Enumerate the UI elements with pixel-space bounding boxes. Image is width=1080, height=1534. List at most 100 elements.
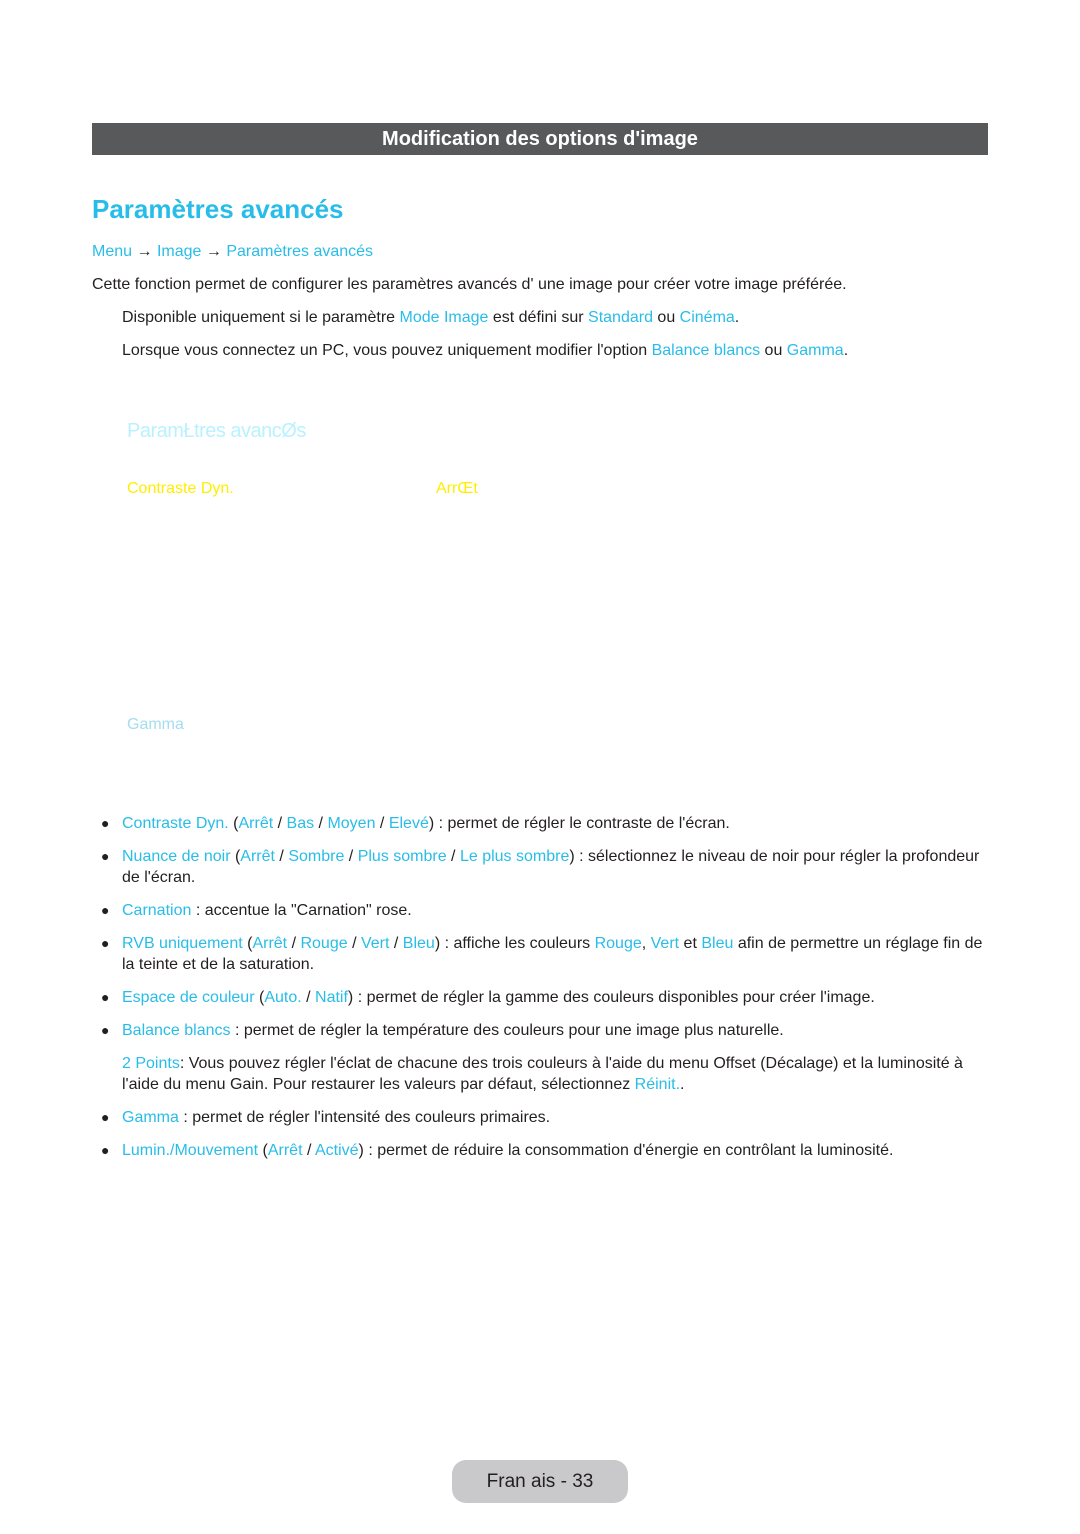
term: Le plus sombre — [459, 848, 570, 865]
text: ( — [254, 989, 265, 1006]
note-text: . — [843, 342, 849, 359]
note-pc: Lorsque vous connectez un PC, vous pouve… — [122, 342, 848, 360]
intro-text: Cette fonction permet de configurer les … — [92, 276, 847, 293]
text: / — [287, 935, 301, 952]
term: Vert — [360, 935, 390, 952]
term: Auto. — [264, 989, 302, 1006]
osd-menu-title: ParamŁtres avancØs — [127, 420, 306, 442]
bullet-icon: ● — [101, 989, 110, 1005]
osd-item-gamma: Gamma — [127, 716, 184, 733]
term: Sombre — [288, 848, 345, 865]
text: / — [344, 848, 358, 865]
term: Réinit. — [634, 1076, 681, 1093]
text: / — [389, 935, 403, 952]
term-gamma: Gamma — [786, 342, 844, 359]
term-mode-image: Mode Image — [399, 309, 489, 326]
text: : permet de régler la température des co… — [230, 1022, 784, 1039]
term: RVB uniquement — [122, 935, 243, 952]
term: Lumin./Mouvement — [122, 1142, 259, 1159]
bullet-icon: ● — [101, 1109, 110, 1125]
text: , — [641, 935, 651, 952]
term: Contraste Dyn. — [122, 815, 229, 832]
list-item-gamma: ● Gamma : permet de régler l'intensité d… — [101, 1107, 990, 1128]
list-item-contraste-dyn: ● Contraste Dyn. (Arrêt / Bas / Moyen / … — [101, 813, 990, 834]
text: et — [679, 935, 702, 952]
bullet-icon: ● — [101, 935, 110, 951]
bullet-icon: ● — [101, 848, 110, 864]
text: ) : permet de réduire la consommation d'… — [358, 1142, 894, 1159]
term-cinema: Cinéma — [679, 309, 735, 326]
note-text: Lorsque vous connectez un PC, vous pouve… — [122, 342, 652, 359]
text: ) : affiche les couleurs — [434, 935, 595, 952]
text: / — [273, 815, 287, 832]
term: Arrêt — [267, 1142, 303, 1159]
text: / — [302, 1142, 315, 1159]
osd-item-contraste-dyn: Contraste Dyn. — [127, 480, 234, 497]
text: / — [314, 815, 328, 832]
list-item-nuance-de-noir: ● Nuance de noir (Arrêt / Sombre / Plus … — [101, 846, 990, 888]
text: / — [446, 848, 460, 865]
page-number-badge: Fran ais - 33 — [452, 1460, 628, 1503]
breadcrumb-item-image[interactable]: Image — [157, 243, 201, 260]
term: Arrêt — [252, 935, 288, 952]
bullet-icon: ● — [101, 1142, 110, 1158]
term: Bas — [286, 815, 315, 832]
note-text: Disponible uniquement si le paramètre — [122, 309, 400, 326]
term-standard: Standard — [588, 309, 653, 326]
term: Plus sombre — [357, 848, 447, 865]
note-availability: Disponible uniquement si le paramètre Mo… — [122, 309, 739, 327]
list-item-lumin-mouvement: ● Lumin./Mouvement (Arrêt / Activé) : pe… — [101, 1140, 990, 1161]
term: Moyen — [327, 815, 376, 832]
page-title: Paramètres avancés — [92, 194, 344, 224]
note-text: ou — [760, 342, 787, 359]
osd-item-contraste-dyn-value: ArrŒt — [436, 480, 478, 497]
term: Rouge — [300, 935, 348, 952]
list-item-rvb-uniquement: ● RVB uniquement (Arrêt / Rouge / Vert /… — [101, 933, 990, 975]
text: / — [301, 989, 316, 1006]
note-text: est défini sur — [488, 309, 589, 326]
list-item-espace-de-couleur: ● Espace de couleur (Auto. / Natif) : pe… — [101, 987, 990, 1008]
text: / — [375, 815, 389, 832]
term: Elevé — [388, 815, 429, 832]
term: Arrêt — [238, 815, 274, 832]
term: Rouge — [594, 935, 642, 952]
text: : Vous pouvez régler l'éclat de chacune … — [122, 1055, 963, 1093]
text: / — [274, 848, 289, 865]
note-text: . — [734, 309, 740, 326]
term: 2 Points — [122, 1055, 180, 1072]
term: Natif — [315, 989, 348, 1006]
text: ) : permet de régler le contraste de l'é… — [428, 815, 730, 832]
list-subitem-2-points: 2 Points: Vous pouvez régler l'éclat de … — [122, 1053, 990, 1095]
term: Vert — [650, 935, 680, 952]
section-header: Modification des options d'image — [92, 123, 988, 155]
term: Bleu — [402, 935, 435, 952]
breadcrumb-item-menu[interactable]: Menu — [92, 243, 132, 260]
bullet-icon: ● — [101, 1022, 110, 1038]
arrow-right-icon: → — [136, 243, 153, 260]
text: ( — [242, 935, 253, 952]
text: ( — [230, 848, 241, 865]
text: / — [347, 935, 361, 952]
text: . — [680, 1076, 685, 1093]
list-item-balance-blancs: ● Balance blancs : permet de régler la t… — [101, 1020, 990, 1041]
breadcrumb: Menu → Image → Paramètres avancés — [92, 243, 373, 261]
breadcrumb-item-advanced[interactable]: Paramètres avancés — [226, 243, 373, 260]
term-balance-blancs: Balance blancs — [651, 342, 761, 359]
term: Espace de couleur — [122, 989, 255, 1006]
text: : permet de régler l'intensité des coule… — [178, 1109, 551, 1126]
term: Gamma — [122, 1109, 179, 1126]
list-item-carnation: ● Carnation : accentue la "Carnation" ro… — [101, 900, 990, 921]
text: : accentue la "Carnation" rose. — [191, 902, 412, 919]
note-text: ou — [652, 309, 680, 326]
text: ) : permet de régler la gamme des couleu… — [347, 989, 875, 1006]
term: Arrêt — [240, 848, 275, 865]
term: Bleu — [701, 935, 734, 952]
bullet-icon: ● — [101, 902, 110, 918]
arrow-right-icon: → — [205, 243, 222, 260]
term: Carnation — [122, 902, 192, 919]
text: ( — [228, 815, 239, 832]
term: Balance blancs — [122, 1022, 231, 1039]
term: Activé — [314, 1142, 359, 1159]
options-list: ● Contraste Dyn. (Arrêt / Bas / Moyen / … — [101, 813, 990, 1173]
term: Nuance de noir — [122, 848, 231, 865]
